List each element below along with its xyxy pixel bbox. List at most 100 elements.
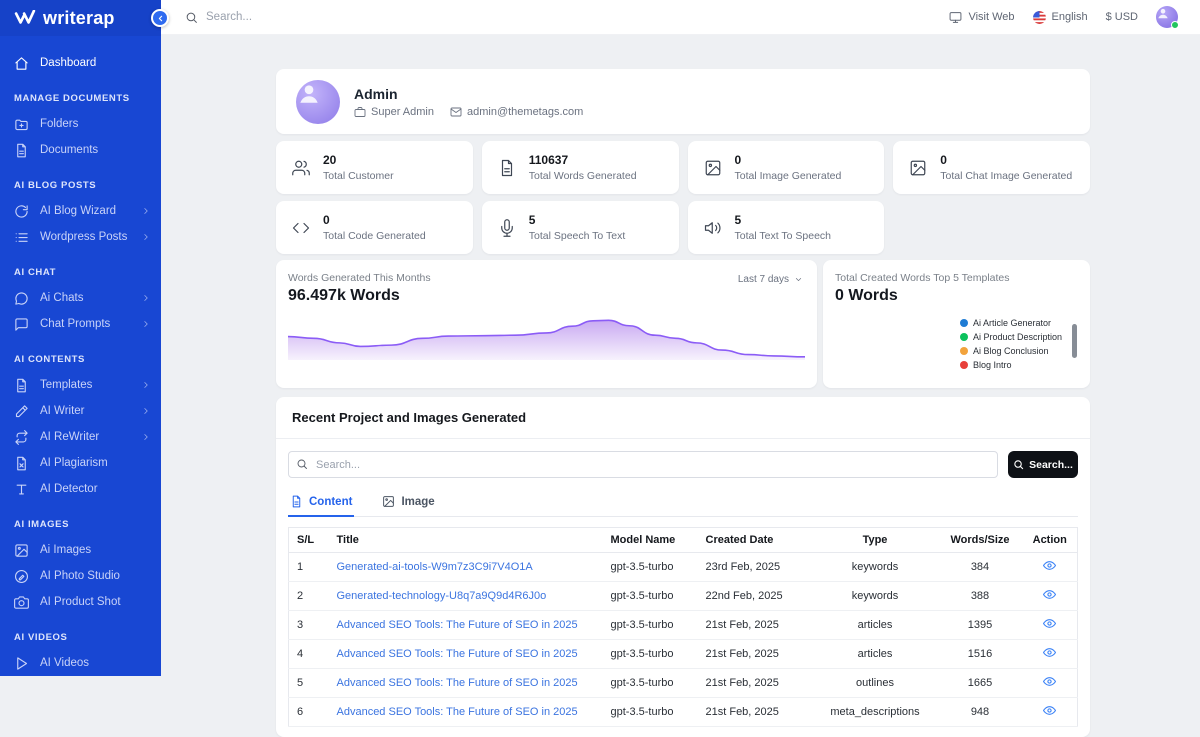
col-header-sl: S/L [289,528,329,553]
sidebar-item-ai-photo-studio[interactable]: AI Photo Studio [14,563,161,589]
cell-words: 1395 [938,611,1023,640]
sidebar-item-templates[interactable]: Templates [14,372,161,398]
sidebar-item-label: AI Writer [40,405,85,417]
legend-item: Ai Blog Conclusion [960,344,1062,358]
range-dropdown[interactable]: Last 7 days [738,274,803,285]
cell-sl: 2 [289,582,329,611]
stat-total-chat-image-generated: 0 Total Chat Image Generated [893,141,1090,194]
view-action-button[interactable] [1043,704,1056,720]
sidebar-item-folders[interactable]: Folders [14,111,161,137]
search-icon [185,11,198,24]
view-action-button[interactable] [1043,675,1056,691]
language-label: English [1052,11,1088,23]
cell-words: 948 [938,698,1023,727]
code-icon [292,219,310,237]
sidebar-item-ai-chats[interactable]: Ai Chats [14,285,161,311]
sidebar-item-label: AI Photo Studio [40,570,120,582]
sidebar-item-ai-rewriter[interactable]: AI ReWriter [14,424,161,450]
briefcase-icon [354,106,366,118]
view-action-button[interactable] [1043,559,1056,575]
project-title-link[interactable]: Advanced SEO Tools: The Future of SEO in… [337,648,578,660]
project-title-link[interactable]: Generated-ai-tools-W9m7z3C9i7V4O1A [337,561,533,573]
legend-item: Ai Product Description [960,330,1062,344]
sidebar-item-label: Ai Images [40,544,91,556]
sidebar-item-ai-product-shot[interactable]: AI Product Shot [14,589,161,615]
eye-icon [1043,675,1056,688]
sidebar-section-ai-images: AI IMAGES [14,519,161,530]
tab-image[interactable]: Image [380,493,436,516]
view-action-button[interactable] [1043,588,1056,604]
topbar-search[interactable]: Search... [185,11,252,24]
stat-label: Total Chat Image Generated [940,170,1072,182]
stat-total-image-generated: 0 Total Image Generated [688,141,885,194]
folder-icon [14,117,29,132]
chart-legend: Ai Article Generator Ai Product Descript… [960,316,1062,372]
sidebar-item-ai-blog-wizard[interactable]: AI Blog Wizard [14,198,161,224]
cell-date: 21st Feb, 2025 [698,669,813,698]
col-header-date: Created Date [698,528,813,553]
admin-profile-card: Admin Super Admin admin@themetags.com [276,69,1090,134]
search-button[interactable]: Search... [1008,451,1078,478]
sidebar-item-documents[interactable]: Documents [14,137,161,163]
currency-selector[interactable]: $ USD [1106,11,1138,23]
language-selector[interactable]: English [1033,11,1088,24]
legend-label: Blog Intro [973,360,1012,370]
table-row: 4 Advanced SEO Tools: The Future of SEO … [289,640,1078,669]
main-content: Admin Super Admin admin@themetags.com 2 0 [161,35,1200,676]
file-icon [14,378,29,393]
sidebar-item-label: Ai Chats [40,292,83,304]
sidebar-item-ai-detector[interactable]: AI Detector [14,476,161,502]
col-header-words: Words/Size [938,528,1023,553]
sidebar-item-label: AI Plagiarism [40,457,108,469]
stat-value: 5 [735,213,832,227]
topbar: Search... Visit Web English $ USD [161,0,1200,35]
project-title-link[interactable]: Advanced SEO Tools: The Future of SEO in… [337,619,578,631]
project-title-link[interactable]: Advanced SEO Tools: The Future of SEO in… [337,677,578,689]
legend-scrollbar[interactable] [1072,324,1077,358]
table-row: 5 Advanced SEO Tools: The Future of SEO … [289,669,1078,698]
chat-square-icon [14,317,29,332]
visit-web-link[interactable]: Visit Web [949,11,1014,24]
eye-icon [1043,704,1056,717]
sidebar-item-dashboard[interactable]: Dashboard [14,50,161,76]
area-chart [288,314,805,360]
legend-item: Blog Intro [960,358,1062,372]
view-action-button[interactable] [1043,617,1056,633]
sidebar-item-chat-prompts[interactable]: Chat Prompts [14,311,161,337]
cell-words: 1516 [938,640,1023,669]
stat-value: 0 [323,213,426,227]
sidebar-item-ai-plagiarism[interactable]: AI Plagiarism [14,450,161,476]
person-icon [1156,6,1170,20]
cell-date: 23rd Feb, 2025 [698,553,813,582]
camera-icon [14,595,29,610]
stat-label: Total Words Generated [529,170,637,182]
sidebar-item-ai-writer[interactable]: AI Writer [14,398,161,424]
cell-words: 384 [938,553,1023,582]
eye-icon [1043,617,1056,630]
sidebar-item-wordpress-posts[interactable]: Wordpress Posts [14,224,161,250]
sidebar-item-ai-videos[interactable]: AI Videos [14,650,161,676]
recent-projects-title: Recent Project and Images Generated [276,397,1090,439]
table-row: 2 Generated-technology-U8q7a9Q9d4R6J0o g… [289,582,1078,611]
brand-logo[interactable]: writerap [0,0,161,36]
cell-type: outlines [813,669,938,698]
chevron-right-icon [141,293,151,303]
legend-label: Ai Blog Conclusion [973,346,1049,356]
range-label: Last 7 days [738,274,789,285]
admin-role-label: Super Admin [371,106,434,118]
sidebar-item-label: Templates [40,379,92,391]
brand-logo-icon [14,10,36,26]
projects-table: S/L Title Model Name Created Date Type W… [288,527,1078,727]
project-title-link[interactable]: Advanced SEO Tools: The Future of SEO in… [337,706,578,718]
project-title-link[interactable]: Generated-technology-U8q7a9Q9d4R6J0o [337,590,547,602]
sidebar-item-ai-images[interactable]: Ai Images [14,537,161,563]
brand-name: writerap [43,8,115,29]
sidebar-item-label: AI Videos [40,657,89,669]
user-avatar[interactable] [1156,6,1178,28]
view-action-button[interactable] [1043,646,1056,662]
sidebar-collapse-button[interactable] [151,9,169,27]
sidebar-item-label: Folders [40,118,78,130]
cell-sl: 5 [289,669,329,698]
table-search-input[interactable] [288,451,998,478]
tab-content[interactable]: Content [288,493,354,516]
